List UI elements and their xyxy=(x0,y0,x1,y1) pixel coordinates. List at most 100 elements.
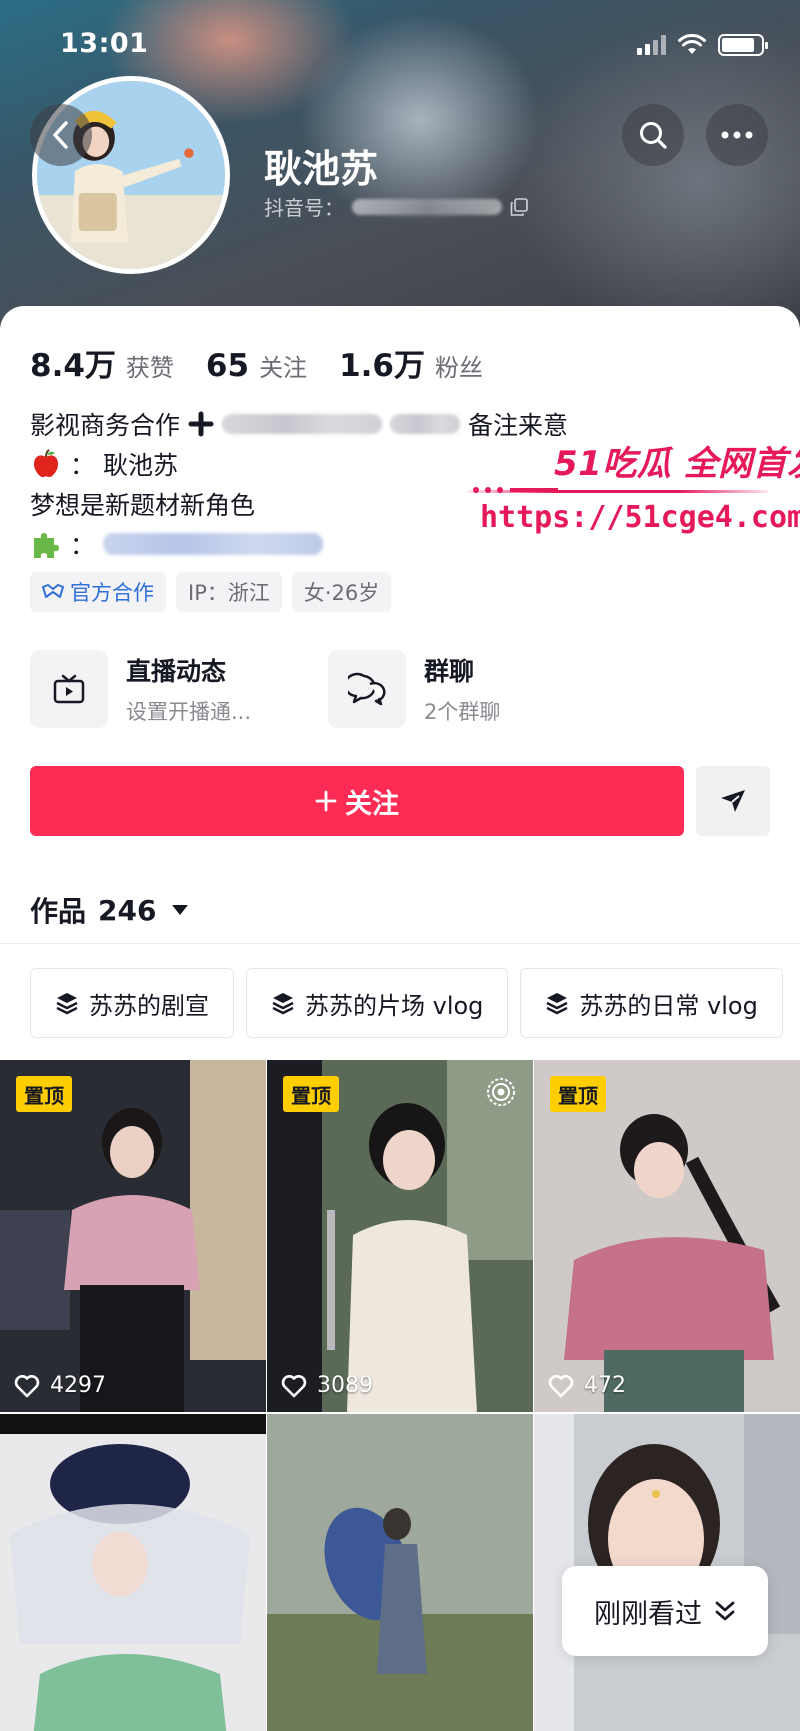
watermark-title: 51吃瓜 全网首发 xyxy=(554,444,800,484)
video-tile[interactable]: 置顶 472 xyxy=(534,1060,800,1412)
stat-label: 粉丝 xyxy=(434,354,483,382)
collection-label: 苏苏的日常 vlog xyxy=(579,991,758,1020)
feature-subtitle: 2个群聊 xyxy=(424,700,501,724)
layers-icon xyxy=(272,993,294,1015)
send-icon xyxy=(721,790,745,812)
collections-row: 苏苏的剧宣 苏苏的片场 vlog 苏苏的日常 vlog xyxy=(30,968,783,1038)
more-dots-icon xyxy=(721,131,753,139)
status-icons xyxy=(637,34,768,56)
layers-icon xyxy=(546,993,568,1015)
douyin-id: 抖音号： xyxy=(264,192,528,221)
search-icon xyxy=(640,122,667,149)
video-tile[interactable]: 置顶 3089 xyxy=(267,1060,533,1412)
feature-icon-box xyxy=(30,650,108,728)
tag-label: 女·26岁 xyxy=(303,581,380,605)
feature-row: 直播动态 设置开播通... 群聊 2个群聊 xyxy=(30,650,598,728)
feature-group-chat[interactable]: 群聊 2个群聊 xyxy=(328,650,598,728)
handshake-icon xyxy=(42,584,64,598)
recently-viewed-label: 刚刚看过 xyxy=(594,1598,702,1630)
douyin-id-value-redacted xyxy=(352,198,502,215)
collection-chip[interactable]: 苏苏的剧宣 xyxy=(30,968,234,1038)
stat-likes[interactable]: 8.4万 获赞 xyxy=(30,340,174,385)
collection-chip[interactable]: 苏苏的片场 vlog xyxy=(246,968,509,1038)
profile-tags: 官方合作 IP：浙江 女·26岁 xyxy=(30,572,392,612)
tag-official[interactable]: 官方合作 xyxy=(30,572,166,612)
pinned-badge: 置顶 xyxy=(283,1076,339,1112)
feature-subtitle: 设置开播通... xyxy=(126,700,252,724)
plus-icon xyxy=(315,790,337,812)
pinned-badge: 置顶 xyxy=(550,1076,606,1112)
stat-value: 65 xyxy=(205,348,250,384)
signal-icon xyxy=(637,35,666,55)
video-tile[interactable] xyxy=(267,1414,533,1731)
watermark-line xyxy=(468,490,768,493)
video-thumbnail xyxy=(0,1414,266,1731)
feature-title: 群聊 xyxy=(424,657,475,686)
likes-count: 472 xyxy=(584,1373,626,1398)
bio-text: 影视商务合作 xyxy=(30,411,181,440)
video-likes: 472 xyxy=(548,1373,626,1398)
plus-emoji-icon xyxy=(188,411,214,437)
stats-row: 8.4万 获赞 65 关注 1.6万 粉丝 xyxy=(30,340,483,385)
follow-button[interactable]: 关注 xyxy=(30,766,684,836)
collection-label: 苏苏的剧宣 xyxy=(89,991,209,1020)
bio-text: ： xyxy=(70,531,96,560)
profile-name: 耿池苏 xyxy=(264,147,379,191)
stat-value: 1.6万 xyxy=(339,348,425,384)
video-tile[interactable]: 置顶 4297 xyxy=(0,1060,266,1412)
bio-text: ： 耿池苏 xyxy=(70,451,178,480)
tag-label: 官方合作 xyxy=(70,581,154,605)
copy-icon[interactable] xyxy=(510,197,528,216)
stat-label: 获赞 xyxy=(125,354,174,382)
works-count: 246 xyxy=(98,893,157,927)
heart-icon xyxy=(548,1374,574,1397)
back-button[interactable] xyxy=(30,104,92,166)
follow-label: 关注 xyxy=(345,788,399,820)
feature-live[interactable]: 直播动态 设置开播通... xyxy=(30,650,300,728)
heart-icon xyxy=(281,1374,307,1397)
puzzle-emoji-icon xyxy=(34,533,59,558)
video-likes: 4297 xyxy=(14,1373,106,1398)
live-ring-icon xyxy=(487,1078,515,1106)
more-button[interactable] xyxy=(706,104,768,166)
tag-label: IP：浙江 xyxy=(188,581,270,605)
share-button[interactable] xyxy=(696,766,770,836)
profile-sheet: 8.4万 获赞 65 关注 1.6万 粉丝 影视商务合作 备注来意 ： 耿池苏 … xyxy=(0,306,800,1731)
battery-icon xyxy=(718,34,768,56)
feature-icon-box xyxy=(328,650,406,728)
watermark-url: https://51cge4.com xyxy=(480,500,800,535)
video-tile[interactable] xyxy=(0,1414,266,1731)
douyin-id-label: 抖音号： xyxy=(264,196,344,220)
stat-followers[interactable]: 1.6万 粉丝 xyxy=(339,340,483,385)
recently-viewed-button[interactable]: 刚刚看过 xyxy=(562,1566,768,1656)
video-thumbnail xyxy=(0,1060,266,1412)
divider xyxy=(0,943,800,944)
feature-title: 直播动态 xyxy=(126,657,227,686)
likes-count: 4297 xyxy=(50,1373,106,1398)
caret-down-icon xyxy=(172,905,189,915)
apple-emoji-icon xyxy=(34,449,58,478)
stat-label: 关注 xyxy=(259,354,308,382)
video-thumbnail xyxy=(534,1060,800,1412)
stat-following[interactable]: 65 关注 xyxy=(206,348,307,384)
works-label: 作品 xyxy=(30,895,87,928)
likes-count: 3089 xyxy=(317,1373,373,1398)
chevron-left-icon xyxy=(53,121,68,149)
chat-bubbles-icon xyxy=(348,672,386,706)
bio-redacted-contact xyxy=(390,414,461,434)
collection-chip[interactable]: 苏苏的日常 vlog xyxy=(520,968,783,1038)
tv-icon xyxy=(53,674,85,704)
wifi-icon xyxy=(678,34,706,54)
stat-value: 8.4万 xyxy=(30,348,116,384)
bio-redacted-contact xyxy=(222,414,383,434)
works-header[interactable]: 作品 246 xyxy=(30,890,189,930)
tag-ip: IP：浙江 xyxy=(176,572,282,612)
status-time: 13:01 xyxy=(60,28,149,59)
heart-icon xyxy=(14,1374,40,1397)
video-thumbnail xyxy=(267,1414,533,1731)
layers-icon xyxy=(56,993,78,1015)
bio-redacted-link xyxy=(103,533,324,555)
collection-label: 苏苏的片场 vlog xyxy=(305,991,484,1020)
tag-gender-age: 女·26岁 xyxy=(291,572,392,612)
search-button[interactable] xyxy=(622,104,684,166)
